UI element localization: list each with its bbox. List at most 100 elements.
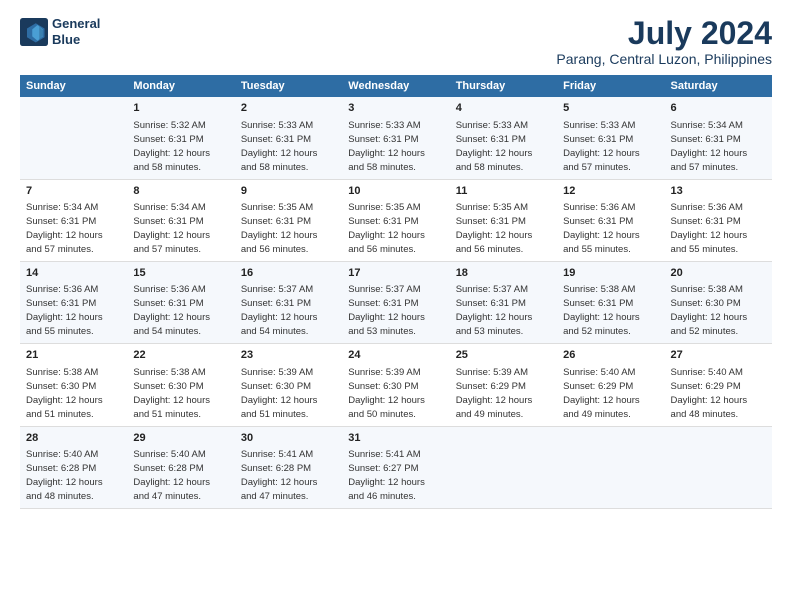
day-info: Sunrise: 5:36 AM Sunset: 6:31 PM Dayligh… [671,202,748,255]
day-info: Sunrise: 5:33 AM Sunset: 6:31 PM Dayligh… [241,120,318,173]
day-number: 22 [133,348,228,363]
day-number: 24 [348,348,443,363]
day-number: 23 [241,348,336,363]
title-block: July 2024 Parang, Central Luzon, Philipp… [556,16,772,67]
calendar-row-2: 14 Sunrise: 5:36 AM Sunset: 6:31 PM Dayli… [20,261,772,343]
day-number: 28 [26,431,121,446]
calendar-cell: 25 Sunrise: 5:39 AM Sunset: 6:29 PM Dayli… [450,344,557,426]
day-info: Sunrise: 5:32 AM Sunset: 6:31 PM Dayligh… [133,120,210,173]
day-info: Sunrise: 5:40 AM Sunset: 6:29 PM Dayligh… [671,367,748,420]
day-info: Sunrise: 5:33 AM Sunset: 6:31 PM Dayligh… [456,120,533,173]
logo-text: General Blue [52,16,100,47]
day-number: 6 [671,101,766,116]
calendar-cell: 26 Sunrise: 5:40 AM Sunset: 6:29 PM Dayli… [557,344,664,426]
day-info: Sunrise: 5:40 AM Sunset: 6:28 PM Dayligh… [133,449,210,502]
calendar-row-1: 7 Sunrise: 5:34 AM Sunset: 6:31 PM Daylig… [20,179,772,261]
header: General Blue July 2024 Parang, Central L… [20,16,772,67]
day-info: Sunrise: 5:38 AM Sunset: 6:31 PM Dayligh… [563,284,640,337]
day-number: 5 [563,101,658,116]
day-number: 13 [671,184,766,199]
day-info: Sunrise: 5:36 AM Sunset: 6:31 PM Dayligh… [133,284,210,337]
calendar-cell: 12 Sunrise: 5:36 AM Sunset: 6:31 PM Dayli… [557,179,664,261]
day-info: Sunrise: 5:41 AM Sunset: 6:28 PM Dayligh… [241,449,318,502]
day-number: 17 [348,266,443,281]
day-number: 11 [456,184,551,199]
day-info: Sunrise: 5:34 AM Sunset: 6:31 PM Dayligh… [133,202,210,255]
calendar-cell: 24 Sunrise: 5:39 AM Sunset: 6:30 PM Dayli… [342,344,449,426]
calendar-cell: 13 Sunrise: 5:36 AM Sunset: 6:31 PM Dayli… [665,179,772,261]
day-info: Sunrise: 5:39 AM Sunset: 6:29 PM Dayligh… [456,367,533,420]
day-number: 8 [133,184,228,199]
logo-icon [20,18,48,46]
day-number: 3 [348,101,443,116]
calendar-cell [450,426,557,508]
day-info: Sunrise: 5:35 AM Sunset: 6:31 PM Dayligh… [456,202,533,255]
day-number: 30 [241,431,336,446]
subtitle: Parang, Central Luzon, Philippines [556,51,772,67]
day-info: Sunrise: 5:37 AM Sunset: 6:31 PM Dayligh… [456,284,533,337]
day-number: 7 [26,184,121,199]
col-tuesday: Tuesday [235,75,342,97]
calendar-cell [557,426,664,508]
day-number: 12 [563,184,658,199]
calendar-cell [665,426,772,508]
day-number: 4 [456,101,551,116]
day-number: 20 [671,266,766,281]
day-info: Sunrise: 5:36 AM Sunset: 6:31 PM Dayligh… [563,202,640,255]
day-number: 21 [26,348,121,363]
day-number: 19 [563,266,658,281]
calendar-cell: 9Sunrise: 5:35 AM Sunset: 6:31 PM Daylig… [235,179,342,261]
day-info: Sunrise: 5:40 AM Sunset: 6:29 PM Dayligh… [563,367,640,420]
day-number: 27 [671,348,766,363]
calendar-cell: 20Sunrise: 5:38 AM Sunset: 6:30 PM Dayli… [665,261,772,343]
col-wednesday: Wednesday [342,75,449,97]
calendar-row-3: 21 Sunrise: 5:38 AM Sunset: 6:30 PM Dayli… [20,344,772,426]
col-thursday: Thursday [450,75,557,97]
day-info: Sunrise: 5:34 AM Sunset: 6:31 PM Dayligh… [26,202,103,255]
header-row: Sunday Monday Tuesday Wednesday Thursday… [20,75,772,97]
calendar-cell: 8 Sunrise: 5:34 AM Sunset: 6:31 PM Daylig… [127,179,234,261]
day-info: Sunrise: 5:38 AM Sunset: 6:30 PM Dayligh… [26,367,103,420]
calendar-cell: 21 Sunrise: 5:38 AM Sunset: 6:30 PM Dayli… [20,344,127,426]
calendar-table: Sunday Monday Tuesday Wednesday Thursday… [20,75,772,509]
calendar-cell: 31 Sunrise: 5:41 AM Sunset: 6:27 PM Dayli… [342,426,449,508]
calendar-row-0: 1 Sunrise: 5:32 AM Sunset: 6:31 PM Daylig… [20,97,772,179]
calendar-cell: 30 Sunrise: 5:41 AM Sunset: 6:28 PM Dayli… [235,426,342,508]
day-info: Sunrise: 5:41 AM Sunset: 6:27 PM Dayligh… [348,449,425,502]
day-number: 31 [348,431,443,446]
day-number: 2 [241,101,336,116]
calendar-cell: 7 Sunrise: 5:34 AM Sunset: 6:31 PM Daylig… [20,179,127,261]
calendar-cell: 3Sunrise: 5:33 AM Sunset: 6:31 PM Daylig… [342,97,449,179]
calendar-cell: 23Sunrise: 5:39 AM Sunset: 6:30 PM Dayli… [235,344,342,426]
day-number: 16 [241,266,336,281]
day-info: Sunrise: 5:37 AM Sunset: 6:31 PM Dayligh… [241,284,318,337]
calendar-cell: 10Sunrise: 5:35 AM Sunset: 6:31 PM Dayli… [342,179,449,261]
col-monday: Monday [127,75,234,97]
day-number: 29 [133,431,228,446]
day-number: 1 [133,101,228,116]
day-info: Sunrise: 5:34 AM Sunset: 6:31 PM Dayligh… [671,120,748,173]
day-info: Sunrise: 5:40 AM Sunset: 6:28 PM Dayligh… [26,449,103,502]
col-friday: Friday [557,75,664,97]
day-info: Sunrise: 5:33 AM Sunset: 6:31 PM Dayligh… [563,120,640,173]
calendar-cell: 5 Sunrise: 5:33 AM Sunset: 6:31 PM Daylig… [557,97,664,179]
calendar-cell: 6 Sunrise: 5:34 AM Sunset: 6:31 PM Daylig… [665,97,772,179]
day-number: 9 [241,184,336,199]
main-title: July 2024 [556,16,772,51]
logo: General Blue [20,16,100,47]
calendar-cell: 14 Sunrise: 5:36 AM Sunset: 6:31 PM Dayli… [20,261,127,343]
calendar-cell: 11 Sunrise: 5:35 AM Sunset: 6:31 PM Dayli… [450,179,557,261]
calendar-cell: 19 Sunrise: 5:38 AM Sunset: 6:31 PM Dayli… [557,261,664,343]
calendar-cell: 28 Sunrise: 5:40 AM Sunset: 6:28 PM Dayli… [20,426,127,508]
day-number: 25 [456,348,551,363]
day-number: 15 [133,266,228,281]
day-number: 26 [563,348,658,363]
calendar-cell: 29 Sunrise: 5:40 AM Sunset: 6:28 PM Dayli… [127,426,234,508]
day-number: 14 [26,266,121,281]
day-info: Sunrise: 5:37 AM Sunset: 6:31 PM Dayligh… [348,284,425,337]
day-info: Sunrise: 5:39 AM Sunset: 6:30 PM Dayligh… [348,367,425,420]
calendar-cell: 16 Sunrise: 5:37 AM Sunset: 6:31 PM Dayli… [235,261,342,343]
day-info: Sunrise: 5:36 AM Sunset: 6:31 PM Dayligh… [26,284,103,337]
calendar-row-4: 28 Sunrise: 5:40 AM Sunset: 6:28 PM Dayli… [20,426,772,508]
day-info: Sunrise: 5:38 AM Sunset: 6:30 PM Dayligh… [133,367,210,420]
